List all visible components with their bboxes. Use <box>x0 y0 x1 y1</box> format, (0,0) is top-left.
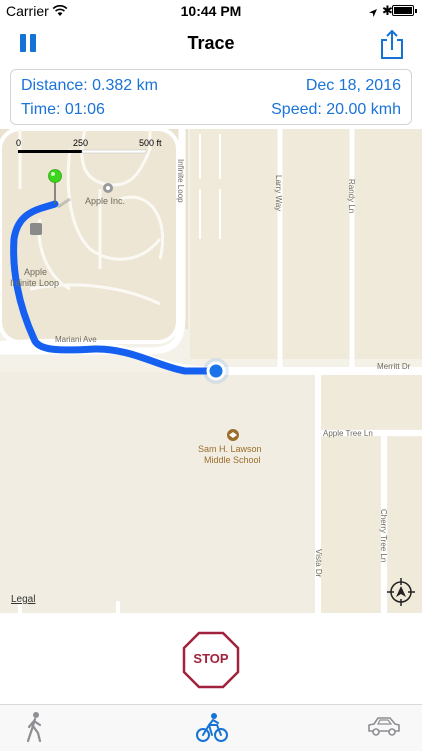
page-title: Trace <box>187 33 235 53</box>
status-time: 10:44 PM <box>180 3 242 19</box>
map-view[interactable]: 0 250 500 ft Apple Inc. Apple Infinite L… <box>0 129 422 613</box>
street-label-cherry: Cherry Tree Ln <box>379 509 388 563</box>
location-arrow-icon <box>368 5 378 23</box>
share-button[interactable] <box>378 28 406 60</box>
map-label-apple-loop-1: Apple <box>24 267 48 277</box>
legal-link[interactable]: Legal <box>11 594 35 605</box>
date-value: Dec 18, 2016 <box>305 77 401 94</box>
map-label-school-2: Middle School <box>204 455 261 465</box>
street-label-mariani: Mariani Ave <box>55 335 97 344</box>
map-label-apple-loop-2: Infinite Loop <box>10 278 60 288</box>
scale-label-mid: 250 <box>73 138 89 148</box>
status-bar: Carrier 10:44 PM ✱ <box>0 0 422 22</box>
tab-car[interactable] <box>366 711 402 743</box>
tab-walk[interactable] <box>22 711 48 743</box>
navigation-bar: Trace <box>0 22 422 66</box>
share-icon <box>381 29 403 59</box>
current-location-icon <box>203 358 229 384</box>
street-label-apple-tree: Apple Tree Ln <box>323 429 373 438</box>
battery-icon <box>392 5 417 16</box>
stop-label: STOP <box>193 651 229 666</box>
street-label-infinite-loop: Infinite Loop <box>176 159 185 203</box>
scale-label-end: 500 ft <box>139 138 162 148</box>
speed-value: Speed: 20.00 kmh <box>271 101 401 118</box>
stop-button[interactable]: STOP <box>182 631 240 689</box>
street-label-larry: Larry Way <box>274 175 283 212</box>
recenter-button[interactable] <box>386 577 416 607</box>
map-label-apple-inc: Apple Inc. <box>85 196 126 206</box>
street-label-vista: Vista Dr <box>314 549 323 578</box>
tab-bar <box>0 704 422 751</box>
street-label-randy: Randy Ln <box>347 179 356 214</box>
map-label-school-1: Sam H. Lawson <box>198 444 262 454</box>
time-value: Time: 01:06 <box>21 101 105 118</box>
distance-value: Distance: 0.382 km <box>21 77 158 94</box>
bicycle-icon <box>196 713 228 742</box>
car-icon <box>368 717 400 736</box>
scale-label-zero: 0 <box>16 138 22 148</box>
street-label-merritt: Merritt Dr <box>377 362 411 371</box>
tab-bike[interactable] <box>196 711 228 743</box>
pedestrian-icon <box>26 712 42 743</box>
trip-info-card: Distance: 0.382 km Dec 18, 2016 Time: 01… <box>10 69 412 125</box>
compass-icon <box>387 578 415 606</box>
scale-bar <box>18 149 147 154</box>
map-canvas <box>0 129 422 613</box>
